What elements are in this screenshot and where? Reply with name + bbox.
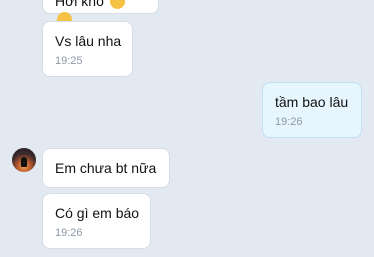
message-text: Có gì em báo [55, 205, 140, 221]
message-timestamp: 19:26 [55, 227, 83, 239]
message-bubble-incoming[interactable]: Vs lâu nha 19:25 [42, 21, 133, 77]
message-bubble-outgoing[interactable]: tầm bao lâu 19:26 [262, 82, 362, 138]
smile-emoji-icon [110, 0, 126, 10]
message-bubble-incoming[interactable]: Có gì em báo 19:26 [42, 193, 151, 249]
message-timestamp: 19:25 [55, 55, 83, 67]
message-bubble-incoming[interactable]: Em chưa bt nữa [42, 148, 170, 188]
avatar-silhouette [21, 157, 27, 167]
message-text: Em chưa bt nữa [55, 160, 157, 176]
message-text: Hơi khó [55, 0, 104, 9]
message-bubble-incoming[interactable]: Hơi khó [42, 0, 159, 28]
message-text: tầm bao lâu [275, 94, 349, 110]
message-text: Vs lâu nha [55, 33, 122, 49]
contact-avatar[interactable] [12, 148, 36, 172]
message-timestamp: 19:26 [275, 116, 303, 128]
